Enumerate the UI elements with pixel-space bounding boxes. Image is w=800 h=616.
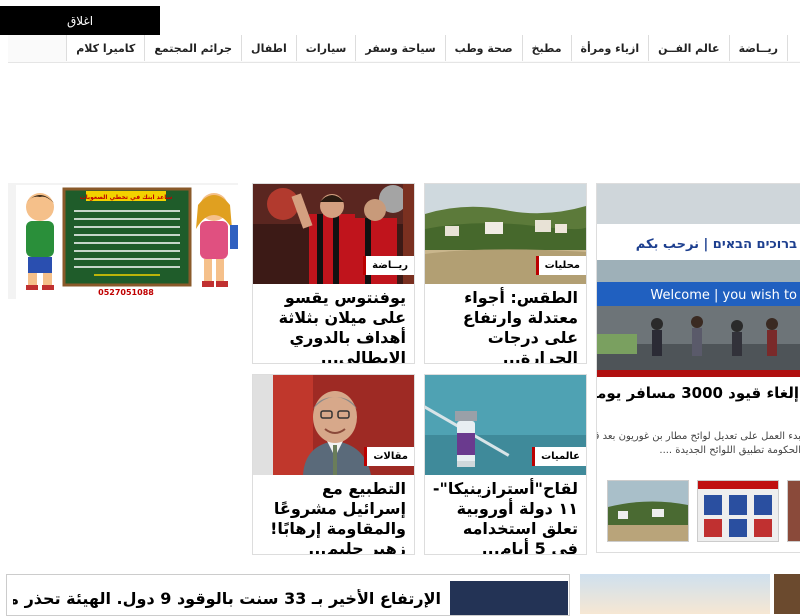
article-title[interactable]: لقاح"أسترازينيكا"- ١١ دولة أوروبية تعلق … xyxy=(431,479,578,554)
featured-summary-line: بدء العمل على تعديل لوائح مطار بن غوريون… xyxy=(596,431,800,442)
related-thumbnail[interactable] xyxy=(697,480,779,542)
close-label: اغلاق xyxy=(66,13,94,28)
featured-summary: بدء العمل على تعديل لوائح مطار بن غوريون… xyxy=(596,430,800,458)
close-button[interactable]: اغلاق xyxy=(0,6,160,35)
nav-item-crime[interactable]: جرائم المجتمع xyxy=(144,35,242,61)
related-thumbnail[interactable] xyxy=(607,480,689,542)
article-card-image[interactable] xyxy=(774,574,800,614)
ad-banner[interactable]: ساعد ابنك في تخطي الصعوبات 0527051088 xyxy=(8,183,238,299)
ad-image: ساعد ابنك في تخطي الصعوبات 0527051088 xyxy=(16,185,238,299)
article-card-fuel[interactable]: الإرتفاع الأخير بـ 33 سنت بالوقود 9 دول.… xyxy=(6,574,570,616)
nav-item-camera[interactable]: كاميرا كلام xyxy=(66,35,145,61)
airport-sign-hebrew: ברוכים הבאים | نرحب بكم xyxy=(636,237,797,252)
nav-item-edge xyxy=(787,35,800,61)
article-category-badge[interactable]: عالميات xyxy=(532,447,586,466)
nav-item-kids[interactable]: اطفال xyxy=(241,35,296,61)
article-title[interactable]: التطبيع مع إسرائيل مشروعًا والمقاومة إره… xyxy=(259,479,406,554)
related-thumbnail[interactable] xyxy=(787,480,800,542)
article-card-weather[interactable]: محليات الطقس: أجواء معتدلة وارتفاع على د… xyxy=(424,183,587,364)
article-card-image[interactable] xyxy=(580,574,770,614)
article-title[interactable]: الطقس: أجواء معتدلة وارتفاع على درجات ال… xyxy=(431,288,578,363)
article-title[interactable]: الإرتفاع الأخير بـ 33 سنت بالوقود 9 دول.… xyxy=(13,589,441,608)
category-nav: ريــاضة عالم الفــن ازياء ومرأة مطبخ صحة… xyxy=(8,35,800,63)
nav-item-fashion[interactable]: ازياء ومرأة xyxy=(570,35,649,61)
article-category-badge[interactable]: مقالات xyxy=(364,447,414,466)
article-image-fuel xyxy=(450,581,568,615)
ad-phone: 0527051088 xyxy=(98,288,154,297)
nav-item-health[interactable]: صحة وطب xyxy=(444,35,522,61)
article-card-opinion[interactable]: مقالات التطبيع مع إسرائيل مشروعًا والمقا… xyxy=(252,374,415,555)
article-category-badge[interactable]: ريــاضة xyxy=(363,256,414,275)
featured-image-airport: ברוכים הבאים | نرحب بكم Welcome | you wi… xyxy=(597,184,800,377)
nav-item-art[interactable]: عالم الفــن xyxy=(648,35,729,61)
nav-item-cars[interactable]: سيارات xyxy=(295,35,356,61)
featured-article[interactable]: ברוכים הבאים | نرحب بكم Welcome | you wi… xyxy=(596,183,800,553)
nav-item-kitchen[interactable]: مطبخ xyxy=(521,35,571,61)
airport-sign-english: Welcome | you wish to xyxy=(650,288,797,303)
nav-item-travel[interactable]: سياحة وسفر xyxy=(355,35,445,61)
ad-heading: ساعد ابنك في تخطي الصعوبات xyxy=(80,194,173,201)
featured-title[interactable]: إلغاء قيود 3000 مسافر يوميًا xyxy=(597,384,799,402)
nav-item-sports[interactable]: ريــاضة xyxy=(728,35,787,61)
article-card-football[interactable]: ريــاضة يوفنتوس يقسو على ميلان بثلاثة أه… xyxy=(252,183,415,364)
article-category-badge[interactable]: محليات xyxy=(535,256,586,275)
article-card-vaccine[interactable]: عالميات لقاح"أسترازينيكا"- ١١ دولة أوروب… xyxy=(424,374,587,555)
featured-summary-line: الحكومة تطبيق اللوائح الجديدة .... xyxy=(659,445,800,456)
article-title[interactable]: يوفنتوس يقسو على ميلان بثلاثة أهداف بالد… xyxy=(259,288,406,363)
